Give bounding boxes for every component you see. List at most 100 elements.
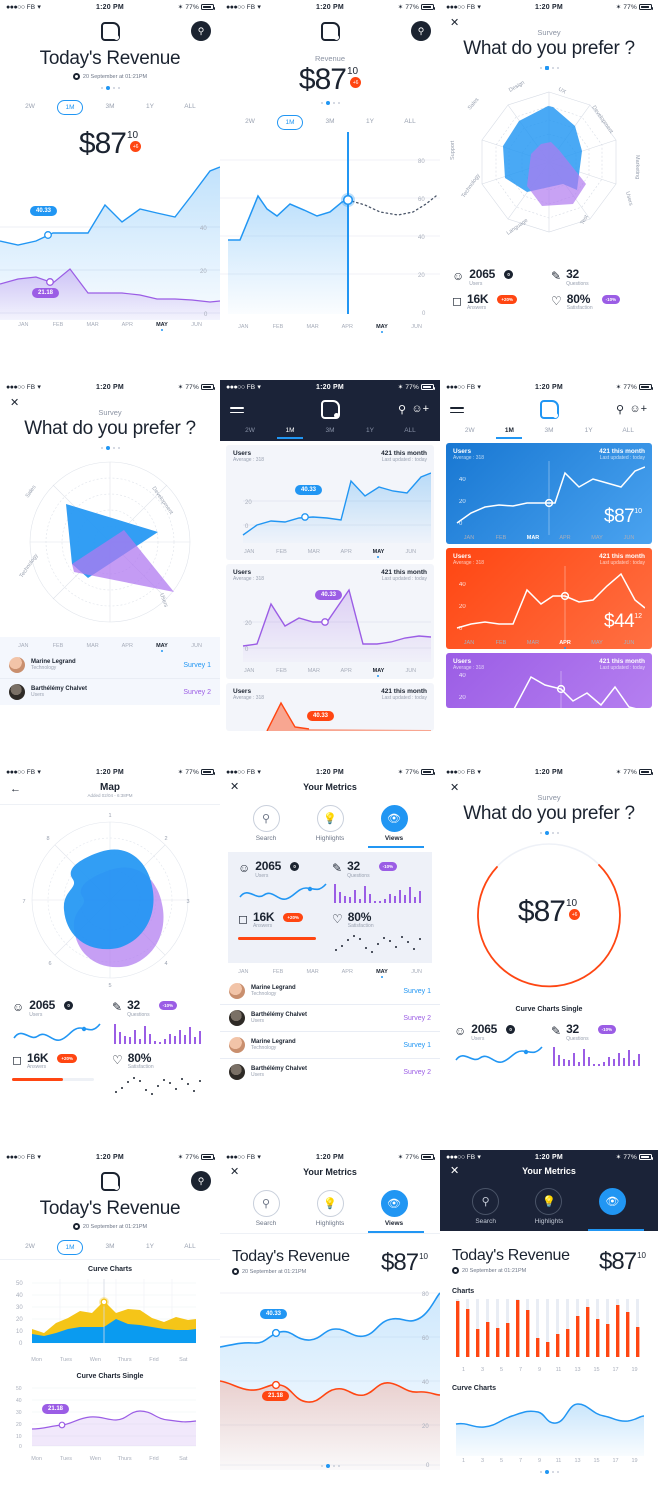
- search-button[interactable]: ⚲: [411, 21, 431, 41]
- range-1y[interactable]: 1Y: [137, 1240, 163, 1253]
- range-tabs[interactable]: 2W 1M 3M 1Y ALL: [0, 100, 220, 116]
- card-revenue-orange[interactable]: Users Average : 318 421 this month Last up…: [446, 548, 652, 650]
- search-button[interactable]: ⚲: [191, 1171, 211, 1191]
- search-button[interactable]: ⚲: [191, 21, 211, 41]
- tab-bar[interactable]: ⚲Search 💡Highlights 👁Views: [440, 1182, 658, 1229]
- range-1y[interactable]: 1Y: [576, 424, 602, 437]
- search-icon[interactable]: ⚲: [398, 403, 406, 416]
- range-tabs[interactable]: 2W 1M 3M 1Y ALL: [0, 1240, 220, 1261]
- search-icon[interactable]: ⚲: [616, 403, 624, 416]
- app-logo-icon[interactable]: [320, 399, 340, 419]
- range-all[interactable]: ALL: [177, 1240, 203, 1253]
- tab-highlights[interactable]: 💡 Highlights: [521, 1188, 577, 1229]
- clock-label: 1:20 PM: [535, 3, 563, 11]
- list-item[interactable]: Marine Legrand Technology Survey 1: [220, 978, 440, 1006]
- back-arrow-icon[interactable]: ←: [10, 784, 21, 795]
- app-logo-icon[interactable]: [100, 21, 120, 41]
- survey-link[interactable]: Survey 1: [403, 988, 431, 995]
- close-icon[interactable]: ✕: [450, 18, 459, 29]
- hamburger-icon[interactable]: [450, 407, 464, 416]
- range-3m[interactable]: 3M: [97, 100, 123, 113]
- close-icon[interactable]: ✕: [230, 782, 239, 793]
- page-dots[interactable]: [440, 1470, 658, 1475]
- clock-dot-icon: [232, 1268, 239, 1275]
- close-icon[interactable]: ✕: [230, 1167, 239, 1178]
- list-item[interactable]: Barthélémy Chalvet Users Survey 2: [220, 1005, 440, 1033]
- survey-link[interactable]: Survey 2: [183, 689, 211, 696]
- range-tabs[interactable]: 2W 1M 3M 1Y ALL: [220, 115, 440, 131]
- range-2w[interactable]: 2W: [17, 100, 43, 113]
- card-users-purple[interactable]: Users Average : 318 421 this month Last up…: [226, 564, 434, 680]
- page-title: Today's Revenue: [39, 1198, 181, 1219]
- range-3m[interactable]: 3M: [317, 424, 343, 437]
- list-item[interactable]: Marine Legrand Technology Survey 1: [220, 1032, 440, 1060]
- range-2w[interactable]: 2W: [237, 424, 263, 437]
- xtick-sat: Sat: [179, 1357, 188, 1364]
- page-dots[interactable]: [0, 86, 220, 90]
- range-1m[interactable]: 1M: [277, 115, 303, 131]
- svg-text:20: 20: [16, 1422, 22, 1428]
- tab-search[interactable]: ⚲ Search: [238, 805, 294, 846]
- range-1m[interactable]: 1M: [57, 100, 83, 116]
- range-1y[interactable]: 1Y: [357, 424, 383, 437]
- list-item[interactable]: Barthélémy Chalvet Users Survey 2: [0, 679, 220, 705]
- tab-highlights[interactable]: 💡 Highlights: [302, 1190, 358, 1231]
- tab-views[interactable]: 👁Views: [366, 1190, 422, 1231]
- tab-bar[interactable]: ⚲Search 💡Highlights 👁Views: [220, 799, 440, 846]
- tab-views[interactable]: 👁Views: [584, 1188, 640, 1229]
- tab-bar[interactable]: ⚲Search 💡Highlights 👁Views: [220, 1184, 440, 1231]
- xtick-feb: FEB: [52, 322, 64, 329]
- add-user-icon[interactable]: ☺+: [411, 403, 429, 415]
- range-1y[interactable]: 1Y: [137, 100, 163, 113]
- clock-label: 1:20 PM: [535, 383, 563, 391]
- survey-link[interactable]: Survey 1: [183, 662, 211, 669]
- page-title: Your Metrics: [303, 1167, 357, 1177]
- range-1y[interactable]: 1Y: [357, 115, 383, 128]
- range-3m[interactable]: 3M: [97, 1240, 123, 1253]
- svg-text:20: 20: [16, 1317, 23, 1323]
- close-icon[interactable]: ✕: [450, 783, 459, 794]
- close-icon[interactable]: ✕: [450, 1166, 459, 1177]
- app-logo-icon[interactable]: [539, 399, 559, 419]
- range-3m[interactable]: 3M: [317, 115, 343, 128]
- tab-search[interactable]: ⚲ Search: [238, 1190, 294, 1231]
- survey-link[interactable]: Survey 1: [403, 1042, 431, 1049]
- range-1m[interactable]: 1M: [57, 1240, 83, 1256]
- card-users-blue[interactable]: Users Average : 318 421 this month Last up…: [226, 445, 434, 561]
- page-dots[interactable]: [220, 101, 440, 105]
- heart-icon: ♡: [551, 293, 562, 308]
- status-badge: 0: [290, 862, 300, 871]
- svg-text:Sales: Sales: [25, 484, 38, 499]
- range-3m[interactable]: 3M: [536, 424, 562, 437]
- wifi-icon: ▾: [257, 384, 262, 391]
- list-item[interactable]: Marine Legrand Technology Survey 1: [0, 652, 220, 679]
- tab-views[interactable]: 👁Views: [366, 805, 422, 846]
- tab-search[interactable]: ⚲ Search: [458, 1188, 514, 1229]
- range-all[interactable]: ALL: [615, 424, 641, 437]
- range-2w[interactable]: 2W: [17, 1240, 43, 1253]
- range-all[interactable]: ALL: [397, 424, 423, 437]
- add-user-icon[interactable]: ☺+: [629, 403, 647, 415]
- page-dots[interactable]: [220, 1464, 440, 1468]
- app-logo-icon[interactable]: [100, 1171, 120, 1191]
- revenue-title: Today's Revenue: [232, 1248, 350, 1265]
- card-revenue-blue[interactable]: Users Average : 318 421 this month Last up…: [446, 443, 652, 545]
- close-icon[interactable]: ✕: [10, 398, 19, 409]
- range-tabs[interactable]: 2W 1M 3M 1Y ALL: [440, 424, 658, 440]
- hamburger-icon[interactable]: [230, 407, 244, 416]
- range-all[interactable]: ALL: [397, 115, 423, 128]
- tab-highlights[interactable]: 💡 Highlights: [302, 805, 358, 846]
- app-logo-icon[interactable]: [320, 21, 340, 41]
- range-1m[interactable]: 1M: [496, 424, 523, 440]
- card-revenue-purple[interactable]: Users Average : 318 421 this month Last up…: [446, 653, 652, 709]
- status-bar: ●●●○○ FB ▾ 1:20 PM ✶ 77%: [220, 380, 440, 394]
- range-1m[interactable]: 1M: [277, 424, 303, 440]
- survey-link[interactable]: Survey 2: [403, 1015, 431, 1022]
- card-users-orange[interactable]: Users Average : 318 421 this month Last up…: [226, 683, 434, 732]
- range-all[interactable]: ALL: [177, 100, 203, 113]
- survey-link[interactable]: Survey 2: [403, 1069, 431, 1076]
- range-tabs[interactable]: 2W 1M 3M 1Y ALL: [220, 424, 440, 441]
- range-2w[interactable]: 2W: [457, 424, 483, 437]
- list-item[interactable]: Barthélémy Chalvet Users Survey 2: [220, 1059, 440, 1085]
- range-2w[interactable]: 2W: [237, 115, 263, 128]
